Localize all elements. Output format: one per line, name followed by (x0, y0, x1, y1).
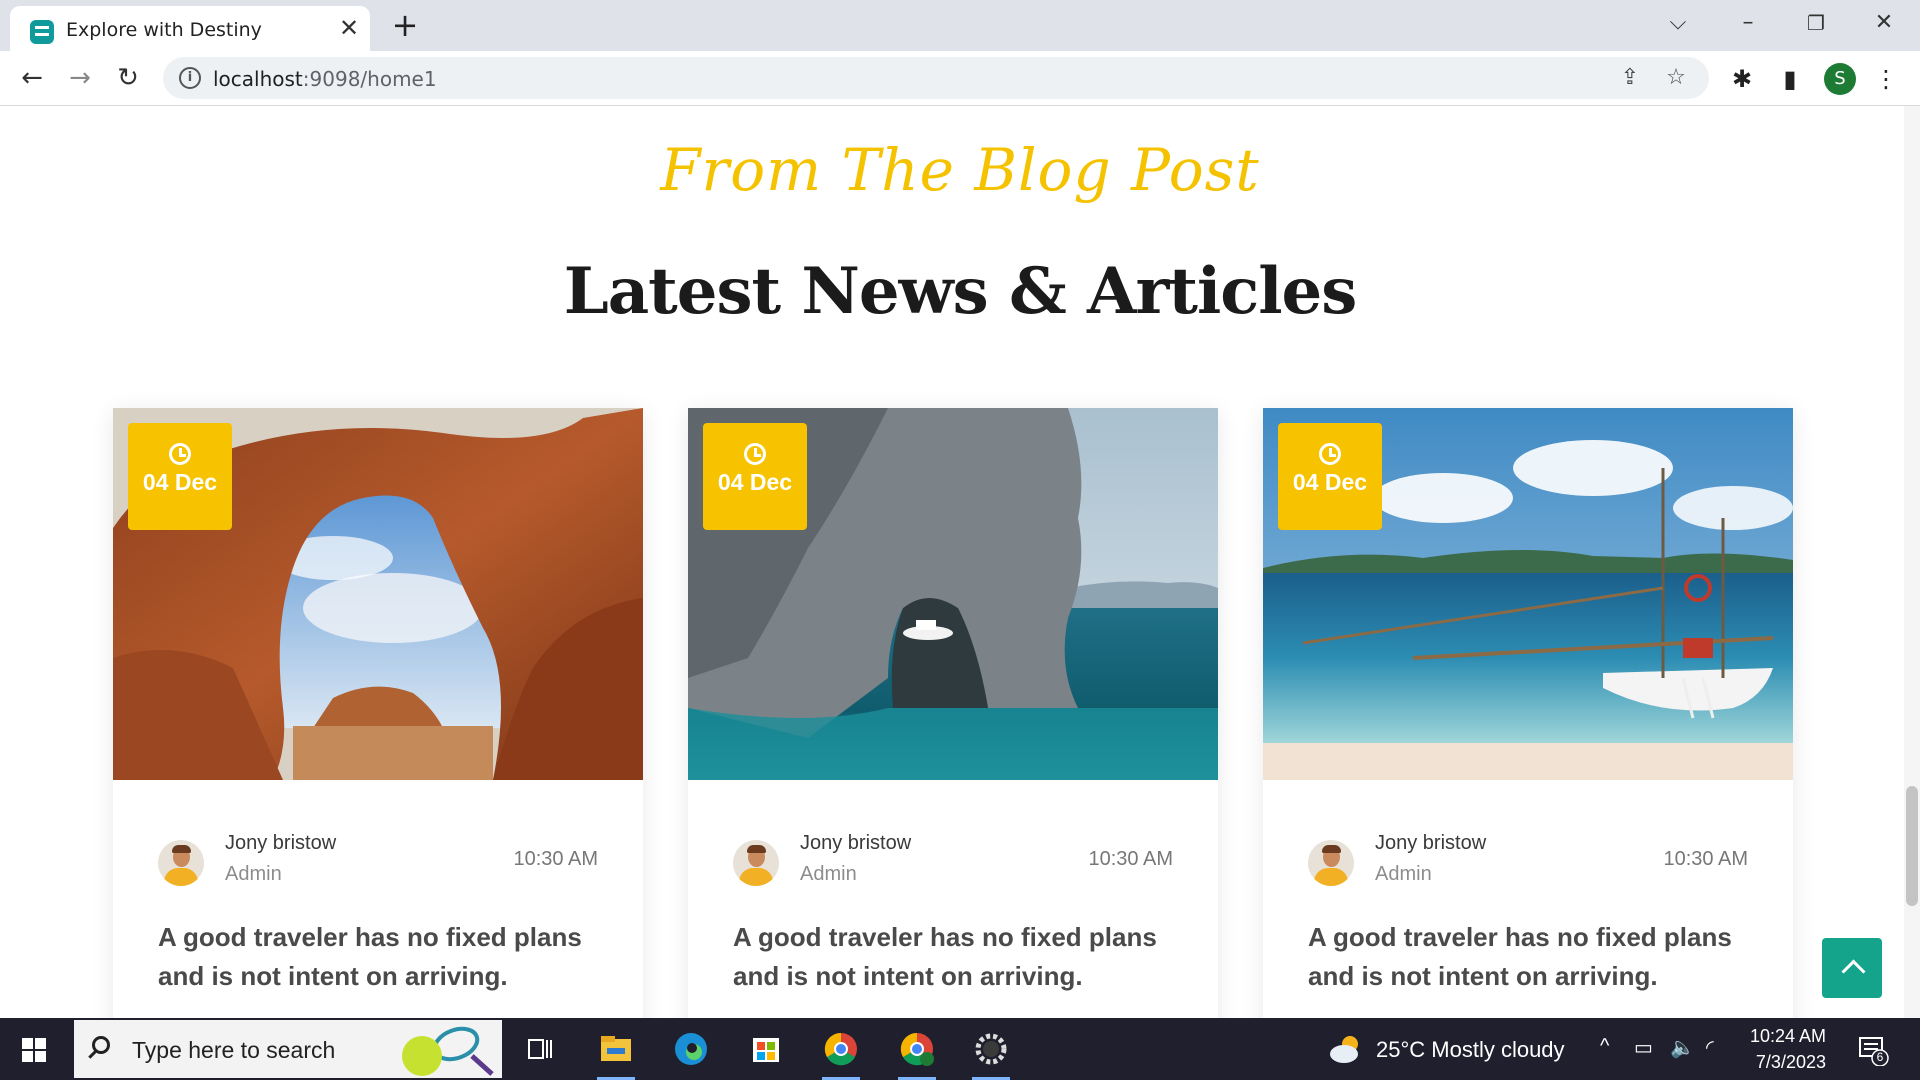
post-title-link[interactable]: A good traveler has no fixed plans and i… (733, 918, 1183, 996)
notification-center-icon[interactable]: 6 (1856, 1034, 1890, 1067)
author-name[interactable]: Jony bristow (1375, 832, 1486, 855)
microsoft-store-icon[interactable] (743, 1026, 789, 1072)
site-favicon-icon (30, 20, 54, 44)
search-placeholder: Type here to search (132, 1037, 336, 1063)
volume-icon[interactable]: 🔈 (1670, 1035, 1695, 1060)
taskbar-search-input[interactable]: Type here to search (74, 1020, 502, 1078)
back-button[interactable]: ← (15, 61, 49, 95)
author-avatar (158, 840, 204, 886)
close-tab-icon[interactable]: ✕ (336, 15, 362, 41)
chrome-profile-icon[interactable] (894, 1026, 940, 1080)
beach-boat-photo[interactable]: 04 Dec (1263, 408, 1793, 780)
restore-button[interactable]: ❐ (1796, 8, 1836, 38)
site-info-icon[interactable]: i (179, 67, 201, 89)
tab-search-chevron-icon[interactable]: ⌵ (1658, 8, 1698, 38)
weather-cloudy-icon[interactable] (1326, 1032, 1366, 1066)
browser-tab[interactable]: Explore with Destiny ✕ (10, 6, 370, 51)
tennis-doodle-icon (402, 1026, 494, 1076)
url-text[interactable]: localhost:9098/home1 (213, 67, 437, 91)
back-to-top-button[interactable] (1822, 938, 1882, 998)
date-badge: 04 Dec (1278, 423, 1382, 530)
browser-toolbar: ← → ↻ i localhost:9098/home1 ⇪ ☆ ✱ ▮ S ⋮ (0, 51, 1920, 106)
task-view-icon[interactable] (516, 1026, 562, 1072)
date-badge: 04 Dec (128, 423, 232, 530)
bookmark-star-icon[interactable]: ☆ (1663, 65, 1689, 91)
section-title: Latest News & Articles (563, 254, 1358, 329)
edge-browser-icon[interactable] (668, 1026, 714, 1072)
file-explorer-icon[interactable] (593, 1026, 639, 1080)
windows-start-icon[interactable] (22, 1038, 46, 1062)
author-avatar (733, 840, 779, 886)
blog-card[interactable]: 04 Dec Jony bristow Admin 10:30 AM A goo… (1263, 408, 1793, 1018)
author-name[interactable]: Jony bristow (225, 832, 336, 855)
clock-icon (744, 443, 766, 465)
author-row: Jony bristow Admin 10:30 AM (733, 830, 1173, 890)
author-role: Admin (225, 863, 282, 885)
sea-cave-photo[interactable]: 04 Dec (688, 408, 1218, 780)
scrollbar-thumb[interactable] (1906, 786, 1918, 906)
windows-taskbar: Type here to search 25°C Mostly cloudy ^… (0, 1018, 1920, 1080)
reload-button[interactable]: ↻ (111, 61, 145, 95)
show-hidden-icons-chevron-icon[interactable]: ^ (1600, 1035, 1609, 1058)
settings-gear-icon[interactable] (968, 1026, 1014, 1080)
author-role: Admin (800, 863, 857, 885)
browser-menu-icon[interactable]: ⋮ (1870, 63, 1902, 95)
search-icon (92, 1036, 110, 1054)
battery-icon[interactable]: ▭ (1634, 1035, 1653, 1060)
tab-title: Explore with Destiny (66, 19, 262, 41)
author-avatar (1308, 840, 1354, 886)
page-content: From The Blog Post Latest News & Article… (0, 106, 1920, 1018)
author-name[interactable]: Jony bristow (800, 832, 911, 855)
weather-text[interactable]: 25°C Mostly cloudy (1376, 1037, 1565, 1063)
minimize-button[interactable]: – (1728, 8, 1768, 38)
author-role: Admin (1375, 863, 1432, 885)
forward-button[interactable]: → (63, 61, 97, 95)
clock-icon (169, 443, 191, 465)
date-badge: 04 Dec (703, 423, 807, 530)
blog-card[interactable]: 04 Dec Jony bristow Admin 10:30 AM A goo… (688, 408, 1218, 1018)
profile-avatar[interactable]: S (1824, 63, 1856, 95)
post-date: 04 Dec (142, 469, 218, 495)
notification-count: 6 (1876, 1050, 1884, 1064)
wifi-icon[interactable]: ◜ (1706, 1035, 1714, 1060)
desert-arch-photo[interactable]: 04 Dec (113, 408, 643, 780)
side-panel-icon[interactable]: ▮ (1774, 63, 1806, 95)
clock-icon (1319, 443, 1341, 465)
new-tab-button[interactable]: + (390, 9, 420, 41)
post-title-link[interactable]: A good traveler has no fixed plans and i… (1308, 918, 1758, 996)
blog-card[interactable]: 04 Dec Jony bristow Admin 10:30 AM A goo… (113, 408, 643, 1018)
address-bar[interactable]: i localhost:9098/home1 ⇪ ☆ (163, 57, 1709, 99)
close-window-button[interactable]: ✕ (1864, 8, 1904, 38)
author-row: Jony bristow Admin 10:30 AM (158, 830, 598, 890)
taskbar-date[interactable]: 7/3/2023 (1744, 1052, 1826, 1073)
author-row: Jony bristow Admin 10:30 AM (1308, 830, 1748, 890)
share-icon[interactable]: ⇪ (1617, 65, 1643, 91)
browser-tabstrip: Explore with Destiny ✕ + ⌵ – ❐ ✕ (0, 0, 1920, 51)
post-time: 10:30 AM (513, 848, 598, 870)
post-date: 04 Dec (1292, 469, 1368, 495)
post-title-link[interactable]: A good traveler has no fixed plans and i… (158, 918, 608, 996)
post-time: 10:30 AM (1663, 848, 1748, 870)
chrome-icon[interactable] (818, 1026, 864, 1080)
section-script-title: From The Blog Post (660, 136, 1260, 204)
taskbar-time[interactable]: 10:24 AM (1744, 1026, 1826, 1047)
post-time: 10:30 AM (1088, 848, 1173, 870)
post-date: 04 Dec (717, 469, 793, 495)
extensions-icon[interactable]: ✱ (1726, 63, 1758, 95)
